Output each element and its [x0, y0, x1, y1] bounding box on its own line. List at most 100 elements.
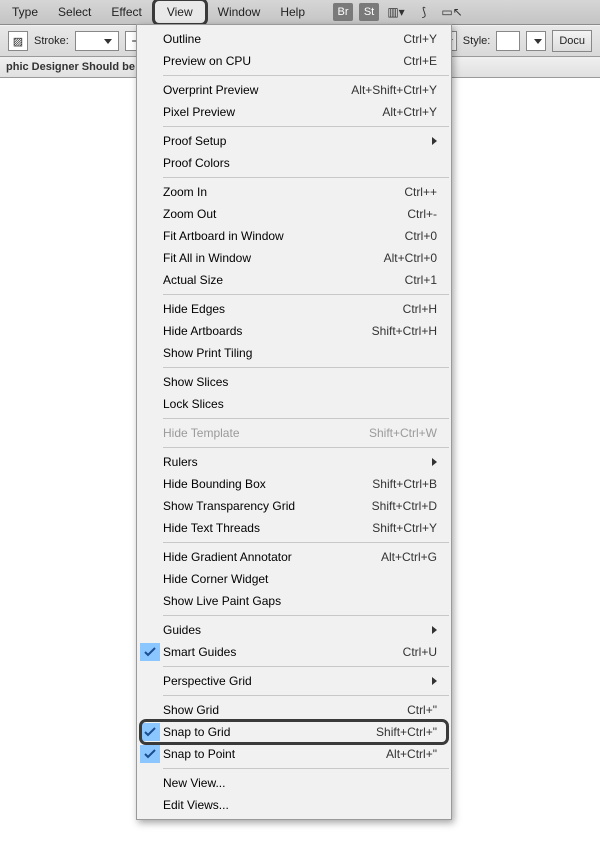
submenu-arrow-icon: [432, 458, 437, 466]
menuitem-lock-slices[interactable]: Lock Slices: [137, 393, 451, 415]
menu-separator: [163, 768, 449, 769]
view-menu-dropdown: OutlineCtrl+YPreview on CPUCtrl+E Overpri…: [136, 24, 452, 820]
menu-type[interactable]: Type: [2, 0, 48, 24]
menu-effect[interactable]: Effect: [101, 0, 151, 24]
screen-mode-icon[interactable]: ▭↖: [441, 3, 463, 21]
menuitem-label: Lock Slices: [163, 397, 437, 411]
menuitem-fit-artboard-in-window[interactable]: Fit Artboard in WindowCtrl+0: [137, 225, 451, 247]
menuitem-rulers[interactable]: Rulers: [137, 451, 451, 473]
menuitem-shortcut: Ctrl+1: [405, 273, 437, 287]
menuitem-outline[interactable]: OutlineCtrl+Y: [137, 28, 451, 50]
menuitem-shortcut: Alt+Ctrl+": [386, 747, 437, 761]
menuitem-label: Hide Artboards: [163, 324, 372, 338]
menuitem-show-live-paint-gaps[interactable]: Show Live Paint Gaps: [137, 590, 451, 612]
menuitem-shortcut: Shift+Ctrl+W: [369, 426, 437, 440]
menuitem-shortcut: Ctrl+": [407, 703, 437, 717]
menu-select[interactable]: Select: [48, 0, 101, 24]
menuitem-label: Overprint Preview: [163, 83, 351, 97]
menuitem-hide-text-threads[interactable]: Hide Text ThreadsShift+Ctrl+Y: [137, 517, 451, 539]
menu-separator: [163, 294, 449, 295]
style-label: Style:: [463, 35, 491, 47]
menuitem-proof-setup[interactable]: Proof Setup: [137, 130, 451, 152]
menuitem-label: Show Slices: [163, 375, 437, 389]
menuitem-shortcut: Alt+Ctrl+Y: [382, 105, 437, 119]
menuitem-new-view[interactable]: New View...: [137, 772, 451, 794]
menuitem-label: Hide Text Threads: [163, 521, 372, 535]
submenu-arrow-icon: [432, 677, 437, 685]
menuitem-zoom-out[interactable]: Zoom OutCtrl+-: [137, 203, 451, 225]
stroke-label: Stroke:: [34, 35, 69, 47]
menuitem-actual-size[interactable]: Actual SizeCtrl+1: [137, 269, 451, 291]
menuitem-hide-gradient-annotator[interactable]: Hide Gradient AnnotatorAlt+Ctrl+G: [137, 546, 451, 568]
menu-separator: [163, 542, 449, 543]
menuitem-label: Hide Bounding Box: [163, 477, 372, 491]
menu-view[interactable]: View: [152, 0, 208, 26]
style-swatch[interactable]: [496, 31, 520, 51]
menuitem-overprint-preview[interactable]: Overprint PreviewAlt+Shift+Ctrl+Y: [137, 79, 451, 101]
menuitem-show-transparency-grid[interactable]: Show Transparency GridShift+Ctrl+D: [137, 495, 451, 517]
menuitem-label: Snap to Point: [163, 747, 386, 761]
stroke-weight-field[interactable]: [75, 31, 119, 51]
menuitem-shortcut: Alt+Shift+Ctrl+Y: [351, 83, 437, 97]
menuitem-show-slices[interactable]: Show Slices: [137, 371, 451, 393]
menuitem-label: Proof Colors: [163, 156, 437, 170]
menuitem-label: Show Grid: [163, 703, 407, 717]
arrange-documents-icon[interactable]: ▥▾: [385, 3, 407, 21]
menuitem-hide-edges[interactable]: Hide EdgesCtrl+H: [137, 298, 451, 320]
menuitem-shortcut: Shift+Ctrl+D: [372, 499, 437, 513]
menuitem-snap-to-point[interactable]: Snap to PointAlt+Ctrl+": [137, 743, 451, 765]
menuitem-shortcut: Shift+Ctrl+H: [372, 324, 437, 338]
menuitem-zoom-in[interactable]: Zoom InCtrl++: [137, 181, 451, 203]
menuitem-shortcut: Ctrl+-: [407, 207, 437, 221]
menuitem-shortcut: Ctrl++: [404, 185, 437, 199]
menuitem-label: Snap to Grid: [163, 725, 376, 739]
menuitem-label: Hide Corner Widget: [163, 572, 437, 586]
menuitem-pixel-preview[interactable]: Pixel PreviewAlt+Ctrl+Y: [137, 101, 451, 123]
menuitem-show-grid[interactable]: Show GridCtrl+": [137, 699, 451, 721]
menuitem-fit-all-in-window[interactable]: Fit All in WindowAlt+Ctrl+0: [137, 247, 451, 269]
menuitem-guides[interactable]: Guides: [137, 619, 451, 641]
menuitem-hide-corner-widget[interactable]: Hide Corner Widget: [137, 568, 451, 590]
menu-help[interactable]: Help: [270, 0, 315, 24]
menuitem-hide-bounding-box[interactable]: Hide Bounding BoxShift+Ctrl+B: [137, 473, 451, 495]
menuitem-show-print-tiling[interactable]: Show Print Tiling: [137, 342, 451, 364]
menu-separator: [163, 367, 449, 368]
menuitem-perspective-grid[interactable]: Perspective Grid: [137, 670, 451, 692]
menuitem-shortcut: Alt+Ctrl+0: [384, 251, 437, 265]
menuitem-label: Smart Guides: [163, 645, 403, 659]
menuitem-label: New View...: [163, 776, 437, 790]
menuitem-edit-views[interactable]: Edit Views...: [137, 794, 451, 816]
menuitem-shortcut: Ctrl+0: [405, 229, 437, 243]
menuitem-snap-to-grid[interactable]: Snap to GridShift+Ctrl+": [137, 721, 451, 743]
menuitem-label: Show Print Tiling: [163, 346, 437, 360]
menuitem-shortcut: Ctrl+U: [403, 645, 437, 659]
menuitem-label: Outline: [163, 32, 403, 46]
menuitem-proof-colors[interactable]: Proof Colors: [137, 152, 451, 174]
menu-window[interactable]: Window: [208, 0, 271, 24]
bridge-icon[interactable]: Br: [333, 3, 353, 21]
menuitem-preview-on-cpu[interactable]: Preview on CPUCtrl+E: [137, 50, 451, 72]
menuitem-label: Proof Setup: [163, 134, 432, 148]
document-setup-button[interactable]: Docu: [552, 30, 592, 52]
menu-separator: [163, 666, 449, 667]
submenu-arrow-icon: [432, 137, 437, 145]
style-dropdown-icon[interactable]: [526, 31, 546, 51]
menuitem-smart-guides[interactable]: Smart GuidesCtrl+U: [137, 641, 451, 663]
menu-separator: [163, 418, 449, 419]
menuitem-shortcut: Shift+Ctrl+Y: [372, 521, 437, 535]
menuitem-label: Hide Edges: [163, 302, 403, 316]
gpu-rocket-icon[interactable]: ⟆: [413, 3, 435, 21]
menuitem-label: Fit All in Window: [163, 251, 384, 265]
menuitem-label: Show Live Paint Gaps: [163, 594, 437, 608]
stock-icon[interactable]: St: [359, 3, 379, 21]
check-icon: [140, 643, 160, 661]
no-fill-icon[interactable]: ▨: [8, 31, 28, 51]
menuitem-shortcut: Shift+Ctrl+B: [372, 477, 437, 491]
menuitem-label: Zoom In: [163, 185, 404, 199]
menuitem-label: Fit Artboard in Window: [163, 229, 405, 243]
document-tab-title: phic Designer Should be Us: [6, 61, 152, 73]
check-icon: [140, 723, 160, 741]
menubar: TypeSelectEffectViewWindowHelp Br St ▥▾ ⟆ ▭↖: [0, 0, 600, 25]
menuitem-label: Perspective Grid: [163, 674, 432, 688]
menuitem-hide-artboards[interactable]: Hide ArtboardsShift+Ctrl+H: [137, 320, 451, 342]
